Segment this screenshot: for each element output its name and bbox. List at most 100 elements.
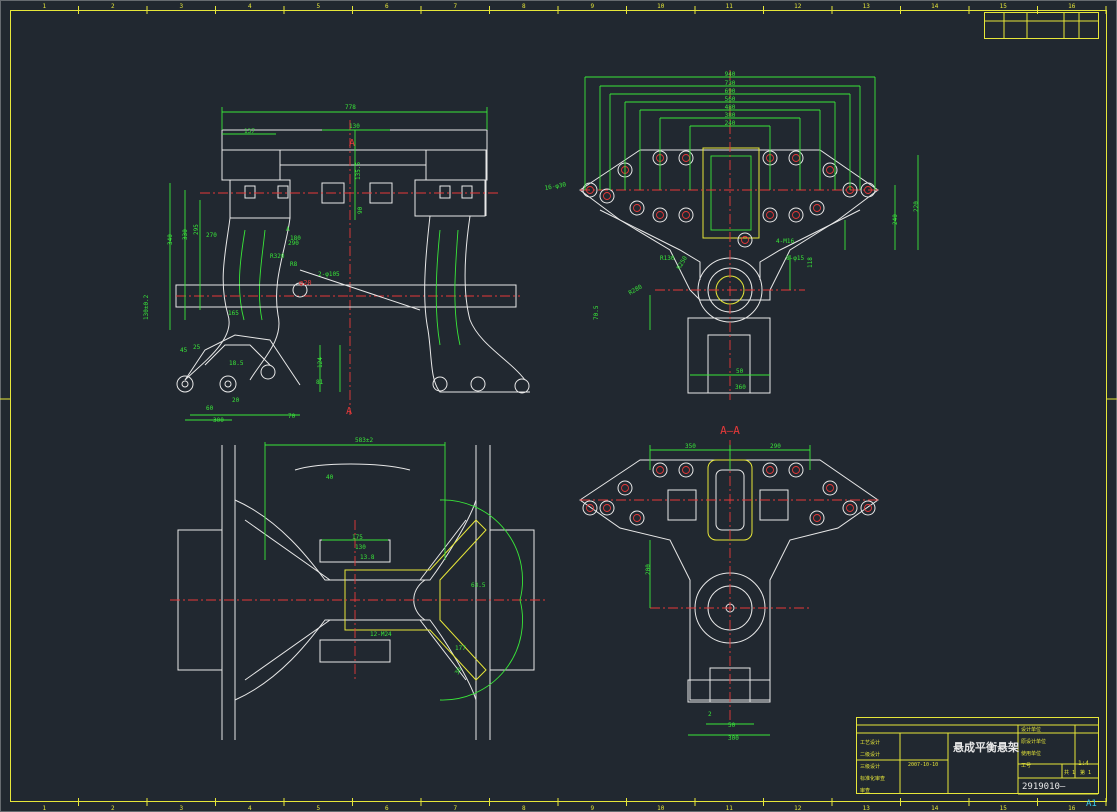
border-column-number: 11 [726, 3, 734, 10]
bolt-hole-inner [813, 204, 821, 212]
dimension-label: 124 [317, 357, 324, 368]
border-column-number: 4 [248, 805, 252, 812]
border-column-number: 12 [794, 805, 802, 812]
dimension-label: 380 [725, 112, 736, 119]
bolt-hole [678, 462, 694, 478]
dimension-label: 4-M16 [776, 238, 794, 245]
drawing-number: 2919010— [1022, 782, 1066, 792]
dimension-label: 81 [316, 379, 324, 386]
dimension-label: 18.5 [229, 360, 244, 367]
dimension-label: 40 [326, 474, 334, 481]
dimension-label: 137 [244, 128, 255, 135]
dimension-label: 200 [645, 564, 652, 575]
border-column-number: 9 [590, 805, 594, 812]
sheet-size: A1 [1086, 799, 1097, 809]
border-column-number: 7 [453, 805, 457, 812]
cad-drawing-canvas: 1 2 3 4 5 6 7 8 9 10 11 12 13 14 15 16 1 2 3 4 5 6 7 8 9 10 11 12 1… [0, 0, 1117, 812]
title-block-label: 三级设计 [860, 763, 880, 770]
dimension-label: 13.8 [360, 554, 375, 561]
bolt-hole-inner [766, 466, 774, 474]
border-column-number: 7 [453, 3, 457, 10]
title-block-label: 设计单位 [1021, 726, 1041, 733]
dimension-label: 350 [685, 443, 696, 450]
title-block-left-labels: 工艺设计二级设计三级设计标准化审查审查 [860, 739, 885, 794]
bottom-right-dimension-labels: 350 290200250300 [645, 443, 781, 742]
bolt-hole [788, 150, 804, 166]
top-right-side-view: 940730690560480380240 [579, 70, 919, 400]
bolt-hole [582, 500, 598, 516]
border-column-numbers-bottom: 1 2 3 4 5 6 7 8 9 10 11 12 13 14 15 16 [42, 798, 1107, 812]
title-block-right-labels: 设计单位原设计单位使用单位工号 [1021, 726, 1046, 769]
bolt-hole-inner [656, 466, 664, 474]
dimension-label: 165 [228, 310, 239, 317]
bolt-hole-inner [603, 192, 611, 200]
dimension-label: R250 [676, 255, 689, 271]
border-column-number: 14 [931, 805, 939, 812]
dimension-label: 360 [735, 384, 746, 391]
border-column-number: 2 [111, 3, 115, 10]
title-block-label: 使用单位 [1021, 750, 1041, 757]
border-column-number: 2 [111, 805, 115, 812]
bolt-hole-inner [826, 166, 834, 174]
bolt-hole-inner [621, 484, 629, 492]
border-column-number: 13 [863, 3, 871, 10]
title-block-label: 工号 [1021, 763, 1031, 769]
dimension-label: 300 [213, 417, 224, 424]
dimension-label: 300 [728, 735, 739, 742]
title-block-label: 二级设计 [860, 751, 880, 758]
bolt-hole [678, 207, 694, 223]
border-column-number: 12 [794, 3, 802, 10]
dimension-label: 583±2 [355, 437, 373, 444]
section-mark-bottom: A [346, 406, 352, 417]
dimension-label: 50 [736, 368, 744, 375]
bolt-hole-inner [864, 504, 872, 512]
dimension-label: 50 [728, 722, 736, 729]
bolt-hole [617, 480, 633, 496]
dimension-label: 8-φ15 [786, 255, 804, 262]
border-column-number: 6 [385, 805, 389, 812]
dimension-label: 60 [206, 405, 214, 412]
border-column-number: 9 [590, 3, 594, 10]
bolt-hole [788, 462, 804, 478]
bolt-hole-inner [682, 466, 690, 474]
dimension-label: 63.5 [471, 582, 486, 589]
bolt-hole-inner [792, 466, 800, 474]
section-mark-top: A [349, 138, 355, 149]
border-column-number: 16 [1068, 805, 1076, 812]
bolt-hole-inner [603, 504, 611, 512]
sheet-index: 第 1 [1080, 769, 1091, 776]
dimension-label: A [286, 226, 290, 233]
border-column-number: 15 [1000, 805, 1008, 812]
border-column-number: 15 [1000, 3, 1008, 10]
sheet-frame [0, 0, 1117, 812]
title-block-label: 标准化审查 [860, 775, 885, 782]
bolt-hole [629, 510, 645, 526]
bolt-hole [737, 232, 753, 248]
bolt-hole [652, 462, 668, 478]
dimension-label: 118 [807, 257, 814, 268]
border-column-number: 6 [385, 3, 389, 10]
bolt-hole [629, 200, 645, 216]
dimension-label: 2-φ105 [318, 271, 340, 278]
bolt-hole-inner [633, 204, 641, 212]
bolt-hole [788, 207, 804, 223]
dimension-label: 90 [357, 206, 364, 214]
dimension-label: 778 [345, 104, 356, 111]
dimension-label: 240 [892, 214, 899, 225]
dimension-label: 130±0.2 [143, 294, 150, 320]
border-column-number: 5 [316, 3, 320, 10]
border-column-number: 3 [179, 3, 183, 10]
dimension-label: 180 [290, 235, 301, 242]
border-column-numbers-top: 1 2 3 4 5 6 7 8 9 10 11 12 13 14 15 16 [42, 3, 1107, 14]
bolt-hole [652, 207, 668, 223]
drawing-scale: 1:4 [1078, 760, 1089, 767]
top-left-dimension-labels: 778137130135.590340 330 295270290180165124… [143, 104, 364, 424]
dimension-label: 730 [725, 80, 736, 87]
border-column-number: 4 [248, 3, 252, 10]
border-column-number: 1 [42, 3, 46, 10]
dimension-label: 480 [725, 104, 736, 111]
bolt-holes-top-right [582, 150, 876, 248]
bolt-hole-inner [766, 211, 774, 219]
dimension-label: 290 [770, 443, 781, 450]
dimension-label: 560 [725, 96, 736, 103]
